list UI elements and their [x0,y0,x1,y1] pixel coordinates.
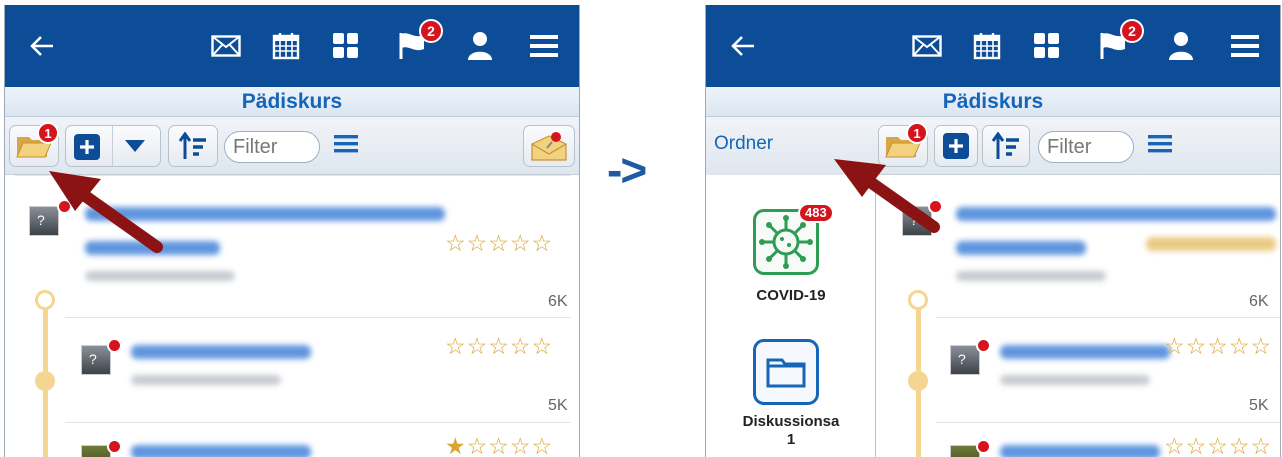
post-author [131,345,311,359]
chevron-down-icon [125,140,145,152]
folder-name: Diskussionsa 1 [742,413,840,448]
page-title: Pädiskurs [706,87,1280,117]
rating-stars[interactable]: ☆☆☆☆☆ [1164,333,1272,360]
post-subject [956,207,1276,221]
folder-name: COVID-19 [756,287,826,304]
thread-node [35,371,55,391]
unread-dot [107,439,122,454]
rating-stars-blurred [1146,237,1276,251]
unread-dot [976,439,991,454]
folder-tile-frame [753,339,819,405]
filter-input[interactable]: Filter [224,131,320,163]
post-author [1000,345,1170,359]
person-icon [468,32,492,60]
top-nav-bar: 2 [706,5,1280,87]
hamburger-icon [530,35,558,57]
divider [65,422,571,423]
post-date [956,271,1106,281]
unread-dot [107,338,122,353]
folder-icon [766,358,806,388]
back-button[interactable] [718,5,768,87]
new-post-button[interactable] [74,134,100,165]
screen-after: 2 Pädiskurs 1 Filter Ordner 483 COVID-19… [705,5,1281,457]
avatar: ? [950,345,980,375]
page-title: Pädiskurs [5,87,579,117]
back-arrow-icon [731,36,754,56]
mail-icon [211,35,241,57]
person-icon [1169,32,1193,60]
plus-icon [74,134,100,160]
notifications-button[interactable]: 2 [1088,5,1144,87]
notification-badge: 2 [1120,19,1144,43]
thread-node [908,290,928,310]
post-size: 5K [1249,397,1269,414]
calendar-button[interactable] [962,5,1012,87]
avatar: ? [81,345,111,375]
calendar-icon [973,33,1001,60]
group-divider [112,126,113,166]
grid-icon [333,33,358,58]
list-menu-icon [334,135,358,153]
thread-node [35,290,55,310]
sort-button[interactable] [168,125,218,167]
main-menu-button[interactable] [519,5,569,87]
profile-button[interactable] [1156,5,1206,87]
sort-button[interactable] [982,125,1030,167]
post-size: 6K [1249,293,1269,310]
folders-toggle-button[interactable]: 1 [9,122,59,167]
list-menu-icon [1148,135,1172,153]
mail-button[interactable] [201,5,251,87]
apps-grid-button[interactable] [1022,5,1072,87]
calendar-icon [272,33,300,60]
new-post-dropdown[interactable] [124,139,146,158]
post-author [956,241,1086,255]
post-size: 5K [548,397,568,414]
folder-badge: 1 [37,122,59,144]
folder-count-badge: 483 [798,203,834,223]
plus-icon [943,133,969,159]
calendar-button[interactable] [261,5,311,87]
post-author [131,445,311,457]
main-menu-button[interactable] [1220,5,1270,87]
post-date [131,375,281,385]
grid-icon [1034,33,1059,58]
folder-sidebar-title: Ordner [714,133,774,154]
profile-button[interactable] [455,5,505,87]
back-button[interactable] [17,5,67,87]
divider [936,317,1280,318]
folder-badge: 1 [906,122,928,144]
divider [65,317,571,318]
rating-stars[interactable]: ☆☆☆☆☆ [445,333,553,360]
sort-icon [178,132,206,159]
list-options-button[interactable] [334,133,358,160]
transition-arrow: -> [607,144,647,196]
notification-badge: 2 [419,19,443,43]
post-date [85,271,235,281]
sort-icon [991,132,1019,159]
annotation-arrow [49,171,163,253]
mail-icon [912,35,942,57]
notifications-button[interactable]: 2 [387,5,443,87]
rating-stars[interactable]: ☆☆☆☆☆ [445,230,553,257]
mark-read-button[interactable] [523,125,575,167]
unread-dot [976,338,991,353]
screen-before: 2 Pädiskurs 1 Filter ? ☆☆☆☆☆ 6K ? ☆☆☆☆☆ … [4,5,580,457]
annotation-arrow [834,159,940,233]
divider [936,422,1280,423]
rating-stars[interactable]: ☆☆☆☆☆ [1164,433,1272,457]
rating-stars[interactable]: ★☆☆☆☆ [445,433,553,457]
top-nav-bar: 2 [5,5,579,87]
new-post-group [65,125,161,167]
apps-grid-button[interactable] [321,5,371,87]
thread-node [908,371,928,391]
mail-button[interactable] [902,5,952,87]
back-arrow-icon [30,36,53,56]
post-author [1000,445,1160,457]
hamburger-icon [1231,35,1259,57]
filter-input[interactable]: Filter [1038,131,1134,163]
post-date [1000,375,1150,385]
post-size: 6K [548,293,568,310]
list-options-button[interactable] [1148,133,1172,160]
envelope-pin-icon [531,132,567,161]
